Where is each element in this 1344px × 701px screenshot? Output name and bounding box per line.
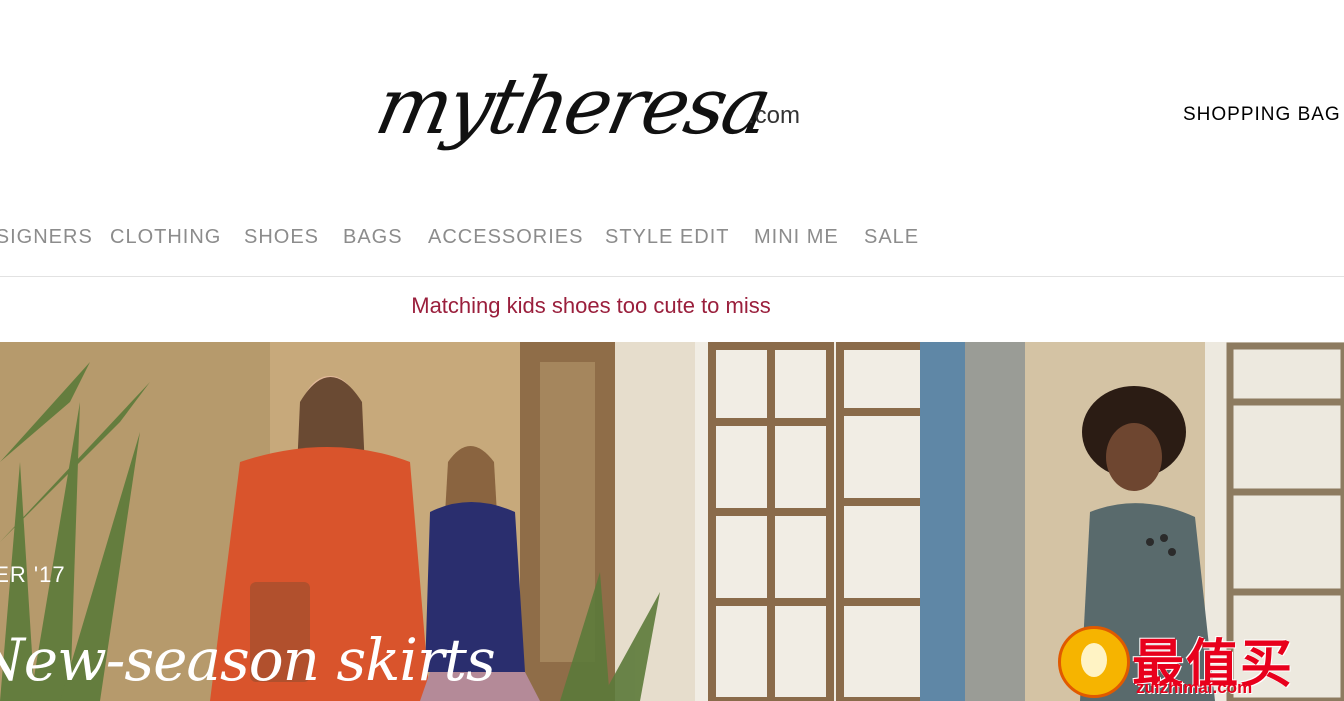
logo-wordmark: mytheresa <box>368 62 777 152</box>
shopping-bag-link[interactable]: SHOPPING BAG <box>1183 104 1341 126</box>
nav-item-sale[interactable]: SALE <box>864 226 919 249</box>
nav-item-bags[interactable]: BAGS <box>343 226 403 249</box>
site-header: mytheresa .com SHOPPING BAG <box>0 0 1344 200</box>
nav-item-clothing[interactable]: CLOTHING <box>110 226 221 249</box>
hero-eyebrow: WINTER '17 <box>0 562 66 587</box>
watermark-url: zuizhimai.com <box>1136 678 1253 697</box>
promo-banner-link[interactable]: Matching kids shoes too cute to miss <box>0 293 1182 319</box>
nav-item-shoes[interactable]: SHOES <box>244 226 319 249</box>
watermark-logo-icon <box>1058 626 1130 698</box>
main-navigation: DESIGNERS CLOTHING SHOES BAGS ACCESSORIE… <box>0 226 1344 256</box>
nav-divider <box>0 276 1344 277</box>
hero-headline[interactable]: New-season skirts <box>0 626 496 694</box>
mytheresa-logo[interactable]: mytheresa .com <box>368 40 812 170</box>
watermark: 最值买 zuizhimai.com <box>1056 620 1344 701</box>
nav-item-style-edit[interactable]: STYLE EDIT <box>605 226 729 249</box>
nav-item-designers[interactable]: DESIGNERS <box>0 226 93 249</box>
nav-item-accessories[interactable]: ACCESSORIES <box>428 226 583 249</box>
nav-item-mini-me[interactable]: MINI ME <box>754 226 839 249</box>
logo-domain-suffix: .com <box>748 102 801 129</box>
